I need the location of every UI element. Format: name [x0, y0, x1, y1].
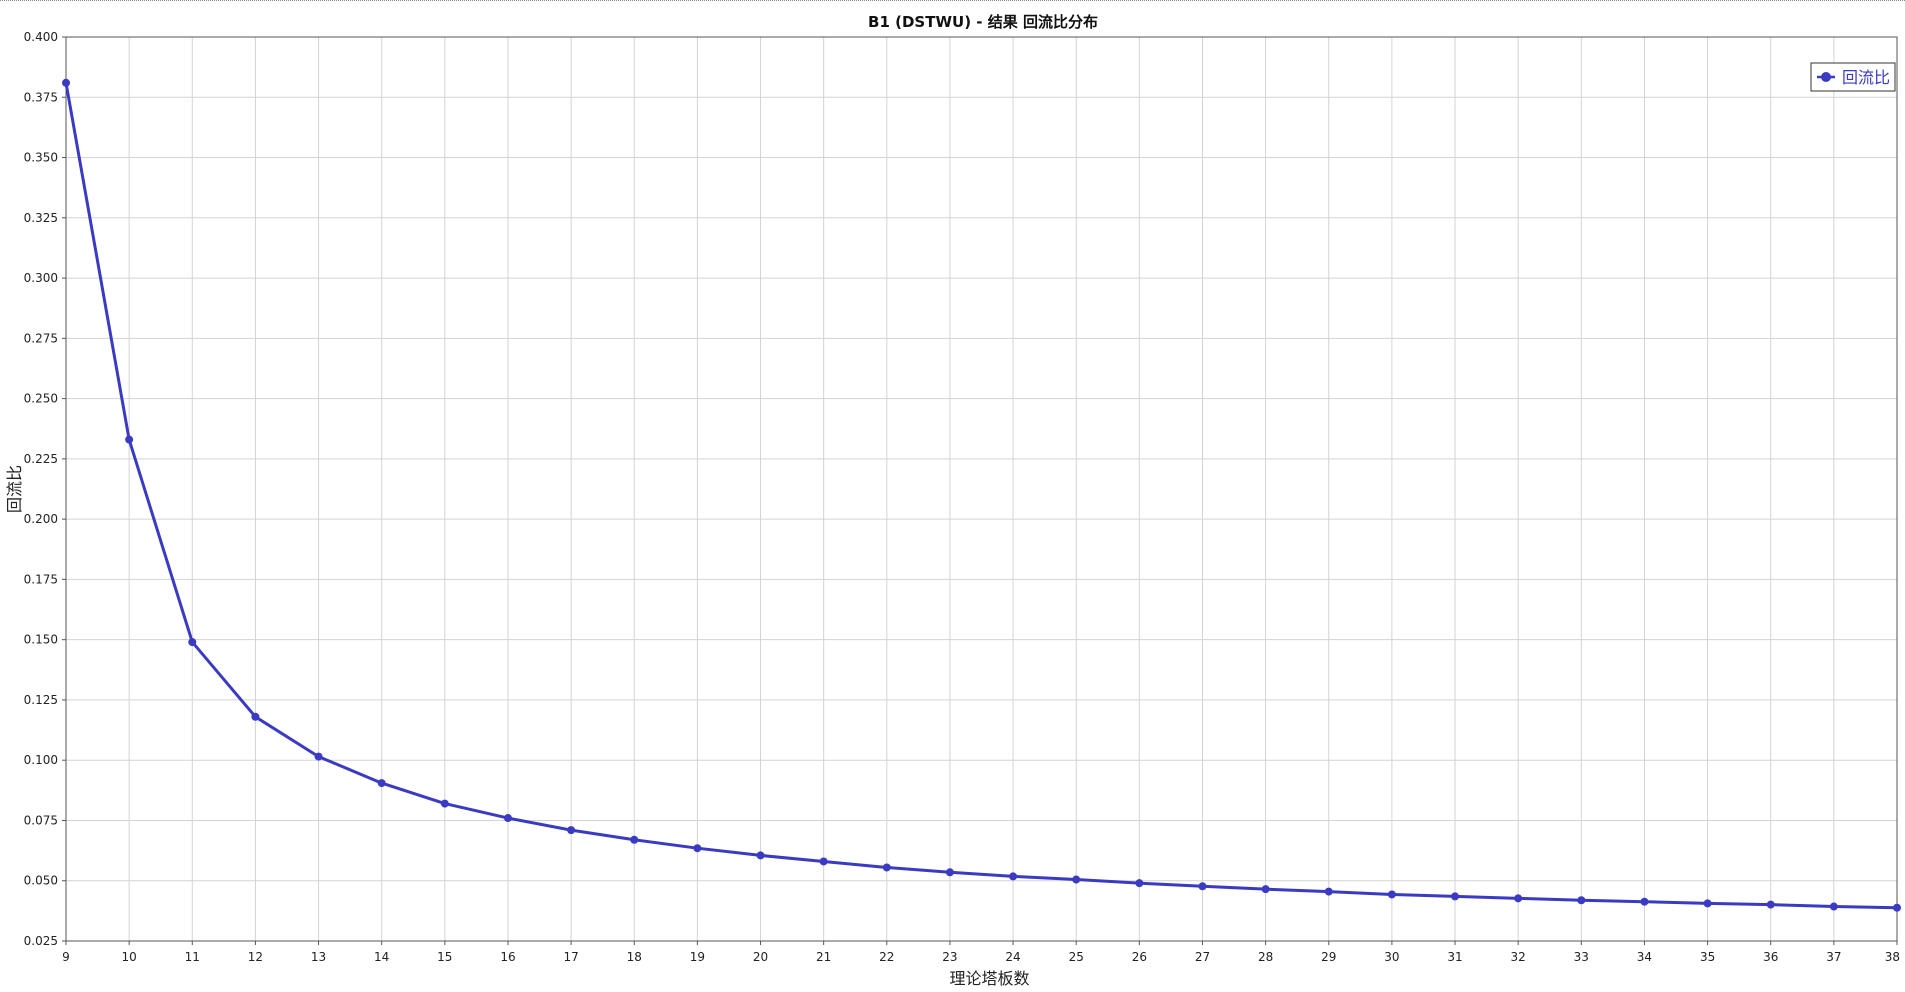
x-tick-label: 27: [1195, 950, 1210, 964]
data-point: [756, 851, 765, 860]
reflux-ratio-chart: B1 (DSTWU) - 结果 回流比分布 0.025 0.050 0.075 0.1…: [5, 13, 1901, 988]
data-point: [503, 814, 512, 823]
data-point: [314, 752, 323, 761]
x-tick-label: 36: [1763, 950, 1778, 964]
x-tick-label: 26: [1132, 950, 1147, 964]
x-tick-label: 35: [1700, 950, 1715, 964]
y-tick-label: 0.175: [24, 572, 58, 586]
x-tick-label: 18: [627, 950, 642, 964]
chart-title: B1 (DSTWU) - 结果 回流比分布: [868, 13, 1098, 31]
data-point: [1451, 892, 1460, 901]
data-point: [1009, 872, 1018, 881]
x-tick-label: 31: [1447, 950, 1462, 964]
x-tick-label: 37: [1826, 950, 1841, 964]
data-point: [1261, 885, 1270, 894]
chart-grid: [65, 36, 1898, 942]
data-point: [440, 799, 449, 808]
y-tick-label: 0.375: [24, 90, 58, 104]
data-point: [819, 857, 828, 866]
data-point: [1072, 875, 1081, 884]
x-tick-label: 34: [1637, 950, 1652, 964]
y-tick-label: 0.150: [24, 633, 58, 647]
data-point: [1577, 896, 1586, 905]
x-tick-label: 10: [121, 950, 136, 964]
data-point: [693, 844, 702, 853]
data-point: [1829, 902, 1838, 911]
y-tick-label: 0.400: [24, 30, 58, 44]
data-point: [62, 78, 70, 87]
y-tick-label: 0.275: [24, 331, 58, 345]
data-point: [1135, 879, 1144, 888]
data-point: [567, 826, 576, 835]
series-points: [62, 78, 1901, 912]
x-tick-label: 9: [62, 950, 70, 964]
x-tick-label: 25: [1069, 950, 1084, 964]
x-tick-label: 38: [1885, 950, 1900, 964]
y-tick-label: 0.200: [24, 512, 58, 526]
y-tick-label: 0.300: [24, 271, 58, 285]
y-tick-label: 0.350: [24, 151, 58, 165]
y-tick-label: 0.225: [24, 452, 58, 466]
x-tick-label: 19: [690, 950, 705, 964]
data-point: [1703, 899, 1712, 908]
y-tick-label: 0.325: [24, 211, 58, 225]
x-tick-label: 13: [311, 950, 326, 964]
plot-area-frame: [65, 36, 1898, 942]
x-tick-label: 16: [500, 950, 515, 964]
x-axis-label: 理论塔板数: [949, 969, 1029, 988]
data-point: [1766, 900, 1775, 909]
chart-legend[interactable]: 回流比: [1810, 62, 1896, 92]
legend-label: 回流比: [1842, 68, 1890, 87]
y-tick-label: 0.100: [24, 753, 58, 767]
x-tick-label: 12: [248, 950, 263, 964]
x-tick-label: 21: [816, 950, 831, 964]
x-tick-label: 20: [753, 950, 768, 964]
y-tick-label: 0.025: [24, 934, 58, 948]
series-line-reflux-ratio: [64, 82, 1898, 910]
data-point: [377, 779, 386, 788]
data-point: [1324, 887, 1333, 896]
x-tick-label: 22: [879, 950, 894, 964]
x-tick-label: 15: [437, 950, 452, 964]
data-point: [251, 712, 260, 721]
data-point: [882, 863, 891, 872]
y-tick-label: 0.050: [24, 874, 58, 888]
x-tick-label: 30: [1384, 950, 1399, 964]
data-point: [1387, 890, 1396, 899]
x-tick-label: 33: [1574, 950, 1589, 964]
x-tick-label: 24: [1005, 950, 1020, 964]
x-tick-label: 11: [185, 950, 200, 964]
data-point: [1198, 882, 1207, 891]
data-point: [1514, 894, 1523, 903]
y-axis-label: 回流比: [5, 465, 24, 513]
x-tick-label: 28: [1258, 950, 1273, 964]
x-tick-label: 17: [563, 950, 578, 964]
y-axis-ticks: 0.025 0.050 0.075 0.100 0.125 0.150 0.175 0.200…: [24, 30, 66, 948]
data-point: [630, 835, 639, 844]
data-point: [1640, 897, 1649, 906]
y-tick-label: 0.075: [24, 813, 58, 827]
data-point: [1893, 903, 1901, 912]
data-point: [188, 638, 197, 647]
y-tick-label: 0.250: [24, 392, 58, 406]
x-tick-label: 14: [374, 950, 389, 964]
x-axis-ticks: 9 10 11 12 13 14 15 16 17 18 19 20 21 22 23 24 25 26 27 28 2…: [62, 941, 1900, 964]
y-tick-label: 0.125: [24, 693, 58, 707]
legend-swatch-marker: [1821, 72, 1831, 82]
x-tick-label: 29: [1321, 950, 1336, 964]
data-point: [945, 868, 954, 877]
data-point: [125, 435, 134, 444]
x-tick-label: 23: [942, 950, 957, 964]
x-tick-label: 32: [1511, 950, 1526, 964]
